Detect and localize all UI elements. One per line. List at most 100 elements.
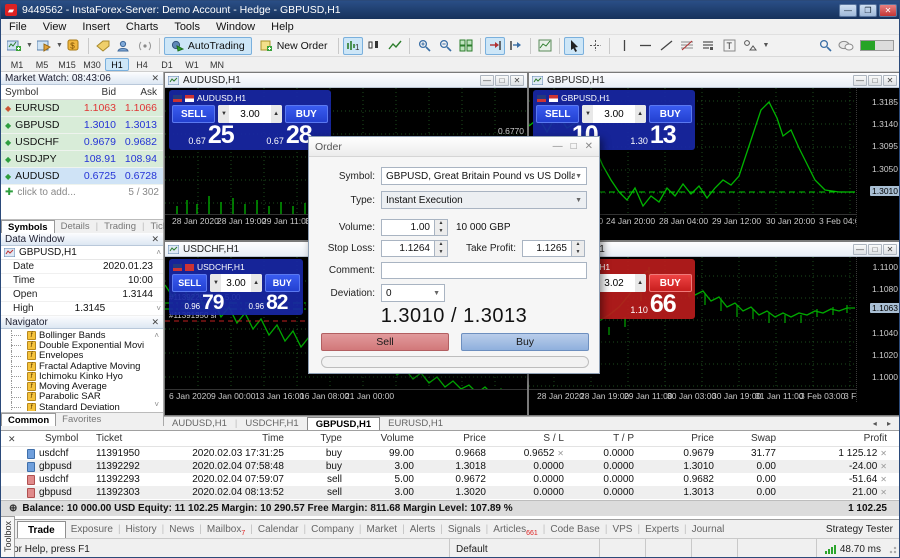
click-to-add-row[interactable]: ✚ click to add... 5 / 302 [1,185,163,200]
tf-m5[interactable]: M5 [30,58,54,71]
indicator-double-exponential[interactable]: fDouble Exponential Movi [1,340,163,350]
objects-dropdown[interactable]: ▼ [762,42,769,49]
close-button[interactable]: ✕ [510,75,524,86]
chart-tab-audusd[interactable]: AUDUSD,H1 [164,417,235,430]
volume-stepper[interactable]: ▼ 3.00 ▲ [210,274,261,292]
close-button[interactable]: ✕ [883,244,897,255]
deviation-select[interactable]: 0 ▼ [381,284,445,302]
close-button[interactable]: ✕ [585,141,593,152]
toolbox-side-tab[interactable]: Toolbox [1,516,15,558]
tab-history[interactable]: History [121,521,162,538]
tf-w1[interactable]: W1 [180,58,204,71]
profiles-dropdown[interactable]: ▼ [56,42,63,49]
tf-h4[interactable]: H4 [130,58,154,71]
tab-experts[interactable]: Experts [640,521,684,538]
tile-windows-icon[interactable] [456,37,476,55]
tf-m30[interactable]: M30 [80,58,104,71]
signals-broadcast-icon[interactable] [135,37,155,55]
tf-m1[interactable]: M1 [5,58,29,71]
maximize-button[interactable]: □ [571,141,577,152]
volume-spinner[interactable]: ▲▼ [435,219,448,236]
scroll-up-icon[interactable]: ˄ [156,248,163,257]
tab-common[interactable]: Common [1,413,56,426]
sell-price[interactable]: 0.6725 [172,123,250,148]
tab-trading[interactable]: Trading [98,220,142,233]
take-profit-input[interactable]: 1.1265 [522,240,572,257]
buy-order-button[interactable]: Buy [461,333,589,351]
volume-input[interactable]: 1.00 [381,219,435,236]
tab-favorites[interactable]: Favorites [56,413,107,426]
trendline-tool-icon[interactable] [656,37,676,55]
new-chart-dropdown[interactable]: ▼ [26,42,33,49]
symbol-row-gbpusd[interactable]: ◆GBPUSD 1.3010 1.3013 [1,117,163,134]
scroll-down-icon[interactable]: ˅ [156,304,163,313]
tab-articles[interactable]: Articles661 [488,521,542,538]
maximize-button[interactable]: □ [868,75,882,86]
tf-h1[interactable]: H1 [105,58,129,71]
toolbox-close-icon[interactable]: ✕ [8,434,16,445]
close-position-icon[interactable]: ✕ [880,462,887,471]
symbol-row-audusd[interactable]: ◆AUDUSD 0.6725 0.6728 [1,168,163,185]
chart-tab-usdchf[interactable]: USDCHF,H1 [237,417,306,430]
indicator-fractal-adaptive[interactable]: fFractal Adaptive Moving [1,361,163,371]
order-dialog-title-bar[interactable]: Order — □ ✕ [309,137,599,157]
tab-company[interactable]: Company [306,521,359,538]
indicators-icon[interactable] [535,37,555,55]
indicator-envelopes[interactable]: fEnvelopes [1,351,163,361]
remove-sl-icon[interactable]: ✕ [557,449,564,458]
tab-mailbox[interactable]: Mailbox7 [202,521,250,538]
menu-view[interactable]: View [35,21,75,33]
position-row[interactable]: usdchf 11392293 2020.02.04 07:59:07 sell… [1,473,900,486]
tab-vps[interactable]: VPS [607,521,637,538]
minimize-button[interactable]: — [839,4,857,17]
history-center-icon[interactable]: $ [64,37,84,55]
tab-signals[interactable]: Signals [443,521,486,538]
connection-status[interactable]: 48.70 ms [816,539,889,558]
cursor-tool-icon[interactable] [564,37,584,55]
tf-d1[interactable]: D1 [155,58,179,71]
stop-loss-input[interactable]: 1.1264 [381,240,435,257]
symbol-select[interactable]: GBPUSD, Great Britain Pound vs US Dollar… [381,167,587,185]
buy-button[interactable]: BUY [265,274,300,292]
autotrading-button[interactable]: AutoTrading [164,37,252,55]
chat-icon[interactable] [838,40,854,52]
maximize-button[interactable]: □ [868,244,882,255]
minimize-button[interactable]: — [853,75,867,86]
scroll-down-icon[interactable]: ˅ [154,400,161,409]
minimize-button[interactable]: — [480,75,494,86]
stop-loss-spinner[interactable]: ▲▼ [435,240,448,257]
close-button[interactable]: ✕ [879,4,897,17]
buy-price[interactable]: 1.3013 [614,123,692,148]
bar-chart-mode-icon[interactable]: 1 [343,37,363,55]
indicator-ichimoku[interactable]: fIchimoku Kinko Hyo [1,371,163,381]
tab-symbols[interactable]: Symbols [1,220,55,233]
tab-journal[interactable]: Journal [687,521,730,538]
maximize-button[interactable]: ❐ [859,4,877,17]
tab-details[interactable]: Details [55,220,96,233]
order-type-select[interactable]: Instant Execution ▼ [381,191,587,209]
new-order-button[interactable]: New Order [253,37,335,55]
volume-up-icon[interactable]: ▲ [271,105,282,123]
position-row[interactable]: gbpusd 11392292 2020.02.04 07:58:48 buy … [1,460,900,473]
menu-tools[interactable]: Tools [166,21,208,33]
minimize-button[interactable]: — [853,244,867,255]
shapes-tool-icon[interactable] [740,37,760,55]
tf-mn[interactable]: MN [205,58,229,71]
zoom-out-icon[interactable] [435,37,455,55]
sell-order-button[interactable]: Sell [321,333,449,351]
chart-tab-gbpusd[interactable]: GBPUSD,H1 [307,417,380,430]
gbpusd-title-bar[interactable]: GBPUSD,H1 — □ ✕ [529,73,900,88]
price-tag-icon[interactable] [93,37,113,55]
resize-grip[interactable] [889,544,899,554]
sell-button[interactable]: SELL [172,274,207,292]
tab-news[interactable]: News [164,521,199,538]
chart-shift-icon[interactable] [506,37,526,55]
zoom-in-icon[interactable] [414,37,434,55]
take-profit-spinner[interactable]: ▲▼ [572,240,585,257]
profile-selector[interactable]: Default [449,539,599,558]
volume-down-icon[interactable]: ▼ [210,274,221,292]
indicator-standard-deviation[interactable]: fStandard Deviation [1,402,163,411]
position-row[interactable]: gbpusd 11392303 2020.02.04 08:13:52 sell… [1,486,900,499]
menu-charts[interactable]: Charts [118,21,166,33]
chart-profiles-icon[interactable] [34,37,54,55]
